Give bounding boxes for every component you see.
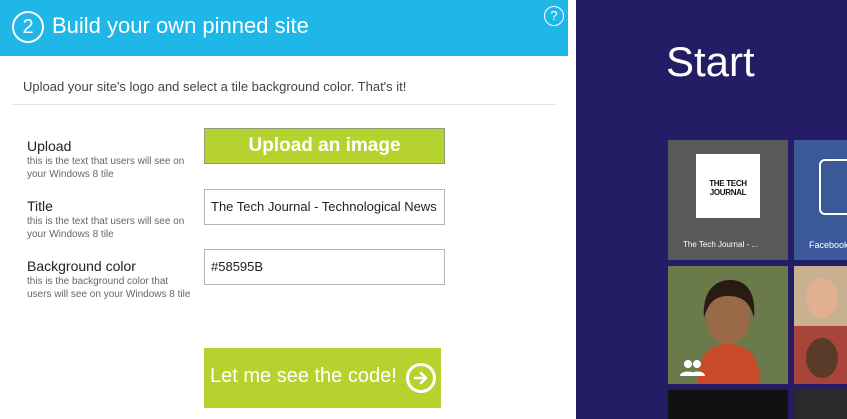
tile-facebook[interactable]: Facebook	[794, 140, 847, 260]
windows-start-screen-preview: Start THE TECH JOURNAL The Tech Journal …	[576, 0, 847, 419]
title-input[interactable]: The Tech Journal - Technological News	[204, 189, 445, 225]
people-photo	[794, 266, 847, 384]
background-color-hint: this is the background color that users …	[27, 276, 191, 300]
see-code-label: Let me see the code!	[210, 365, 397, 387]
tile-people-photo[interactable]	[668, 266, 788, 384]
start-heading: Start	[666, 38, 755, 85]
tile-bottom-right[interactable]	[794, 390, 847, 419]
site-logo-text: THE TECH JOURNAL	[709, 179, 747, 197]
tile-bottom-left[interactable]	[668, 390, 788, 419]
background-color-label: Background color	[27, 258, 136, 274]
upload-hint: this is the text that users will see on …	[27, 156, 185, 180]
tile-facebook-name: Facebook	[809, 240, 847, 250]
intro-text: Upload your site's logo and select a til…	[23, 79, 407, 94]
tile-tech-journal[interactable]: THE TECH JOURNAL The Tech Journal - ...	[668, 140, 788, 260]
divider	[12, 104, 556, 105]
step-title: Build your own pinned site	[52, 13, 309, 38]
title-label: Title	[27, 198, 53, 214]
upload-label: Upload	[27, 138, 72, 154]
person-photo	[668, 266, 788, 384]
background-color-input[interactable]: #58595B	[204, 249, 445, 285]
pinned-site-builder-panel: 2 Build your own pinned site ? Upload yo…	[0, 0, 576, 419]
upload-image-button[interactable]: Upload an image	[204, 128, 445, 164]
step-header: 2 Build your own pinned site ?	[0, 0, 568, 56]
tile-tech-journal-name: The Tech Journal - ...	[683, 240, 758, 249]
step-number-badge: 2	[12, 11, 44, 43]
help-icon[interactable]: ?	[544, 6, 564, 26]
title-hint: this is the text that users will see on …	[27, 216, 185, 240]
facebook-icon	[819, 159, 847, 215]
site-logo: THE TECH JOURNAL	[696, 154, 760, 218]
arrow-right-icon	[406, 363, 436, 393]
see-code-button[interactable]: Let me see the code!	[204, 348, 441, 408]
tile-people-photo-2[interactable]	[794, 266, 847, 384]
